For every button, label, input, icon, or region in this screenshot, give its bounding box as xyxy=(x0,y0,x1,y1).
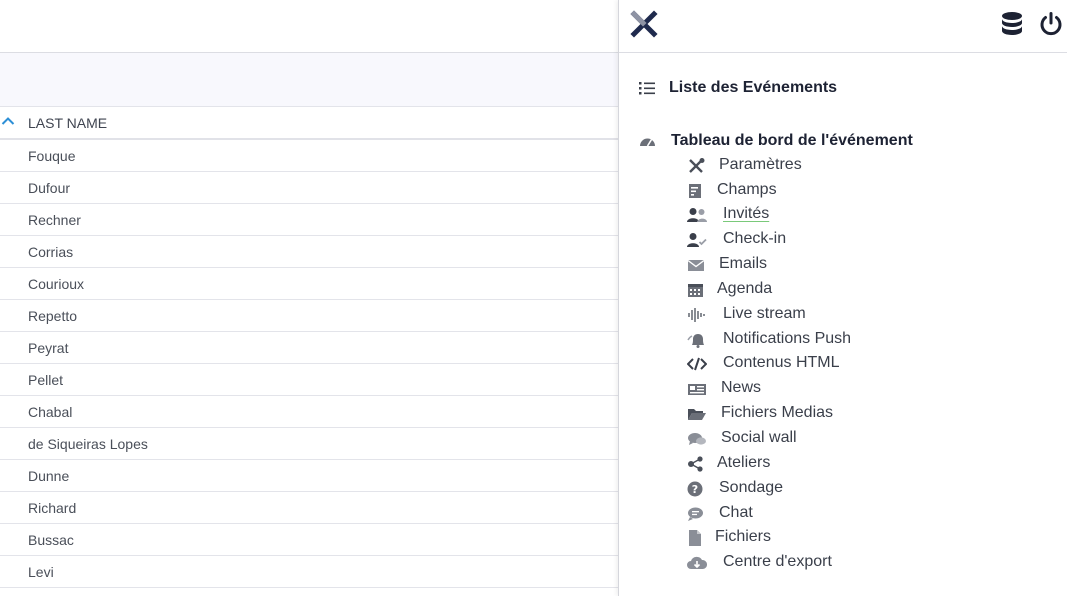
database-icon[interactable] xyxy=(1000,11,1024,37)
envelope-icon xyxy=(687,259,705,271)
cell-last-name: Rechner xyxy=(28,212,81,228)
menu-item-label: News xyxy=(721,379,762,396)
menu-item-label: Check-in xyxy=(723,230,787,247)
attendee-table-area: LAST NAME Fouque Dufour Rechner Corrias … xyxy=(0,0,618,596)
file-icon xyxy=(689,530,701,546)
menu-item-label: Centre d'export xyxy=(723,553,832,570)
newspaper-icon xyxy=(688,384,706,395)
share-nodes-icon xyxy=(688,456,703,472)
menu-item-label: Contenus HTML xyxy=(723,354,840,371)
table-toolbar xyxy=(0,53,618,107)
svg-text:?: ? xyxy=(692,483,698,496)
table-row[interactable]: Courioux xyxy=(0,268,618,300)
cell-last-name: Richard xyxy=(28,500,77,516)
list-icon xyxy=(639,82,655,95)
chat-bubble-icon xyxy=(688,507,703,521)
question-circle-icon: ? xyxy=(687,481,703,497)
sort-ascending-icon[interactable] xyxy=(1,115,15,127)
table-row[interactable]: Peyrat xyxy=(0,332,618,364)
folder-open-icon xyxy=(688,409,706,420)
menu-item-label: Fichiers xyxy=(715,528,772,545)
tools-icon xyxy=(689,158,705,173)
table-row[interactable]: Dufour xyxy=(0,172,618,204)
column-header-last-name[interactable]: LAST NAME xyxy=(28,115,107,131)
top-bar xyxy=(0,0,618,53)
cell-last-name: Fouque xyxy=(28,148,76,164)
menu-item-label: Sondage xyxy=(719,479,784,496)
users-icon xyxy=(687,208,707,222)
power-icon[interactable] xyxy=(1038,11,1064,37)
menu-item-label: Fichiers Medias xyxy=(721,404,834,421)
user-check-icon xyxy=(687,233,707,247)
table-row[interactable]: Levi xyxy=(0,556,618,588)
cell-last-name: Corrias xyxy=(28,244,74,260)
navigation-panel: Liste des Evénements Tableau de bord de … xyxy=(618,0,1067,596)
gauge-icon xyxy=(640,138,655,147)
menu-item-label: Agenda xyxy=(717,280,773,297)
menu-item-label: Live stream xyxy=(723,305,806,322)
menu-item-label: Social wall xyxy=(721,429,797,446)
form-icon xyxy=(689,184,701,198)
nav-event-dashboard-label: Tableau de bord de l'événement xyxy=(671,132,913,149)
menu-item-label: Ateliers xyxy=(717,454,771,471)
table-row[interactable]: Fouque xyxy=(0,140,618,172)
cell-last-name: Dufour xyxy=(28,180,71,196)
calendar-icon xyxy=(688,284,703,297)
cell-last-name: Levi xyxy=(28,564,54,580)
cell-last-name: Courioux xyxy=(28,276,85,292)
bell-icon xyxy=(687,334,704,348)
panel-header xyxy=(619,0,1067,53)
table-row[interactable]: Rechner xyxy=(0,204,618,236)
table-row[interactable]: Richard xyxy=(0,492,618,524)
cell-last-name: Dunne xyxy=(28,468,70,484)
table-row[interactable]: Repetto xyxy=(0,300,618,332)
table-row[interactable]: Pellet xyxy=(0,364,618,396)
app-logo-x-icon[interactable] xyxy=(630,10,658,38)
cell-last-name: Repetto xyxy=(28,308,78,324)
waveform-icon xyxy=(688,308,705,322)
menu-item-label: Emails xyxy=(719,255,768,272)
menu-item-label: Champs xyxy=(717,181,777,198)
table-row[interactable]: Bussac xyxy=(0,524,618,556)
cloud-download-icon xyxy=(687,556,707,569)
table-row[interactable]: Corrias xyxy=(0,236,618,268)
menu-item-label: Notifications Push xyxy=(723,330,852,347)
table-body: Fouque Dufour Rechner Corrias Courioux R… xyxy=(0,140,618,588)
cell-last-name: Bussac xyxy=(28,532,74,548)
comments-icon xyxy=(688,433,706,445)
code-icon xyxy=(687,357,707,371)
table-row[interactable]: de Siqueiras Lopes xyxy=(0,428,618,460)
menu-item-label: Paramètres xyxy=(719,156,802,173)
cell-last-name: Chabal xyxy=(28,404,73,420)
nav-event-list-label: Liste des Evénements xyxy=(669,79,838,96)
table-row[interactable]: Dunne xyxy=(0,460,618,492)
menu-item-label: Chat xyxy=(719,504,753,521)
cell-last-name: Pellet xyxy=(28,372,64,388)
table-header: LAST NAME xyxy=(0,107,618,140)
cell-last-name: de Siqueiras Lopes xyxy=(28,436,148,452)
table-row[interactable]: Chabal xyxy=(0,396,618,428)
cell-last-name: Peyrat xyxy=(28,340,69,356)
menu-item-label: Invités xyxy=(723,205,770,222)
